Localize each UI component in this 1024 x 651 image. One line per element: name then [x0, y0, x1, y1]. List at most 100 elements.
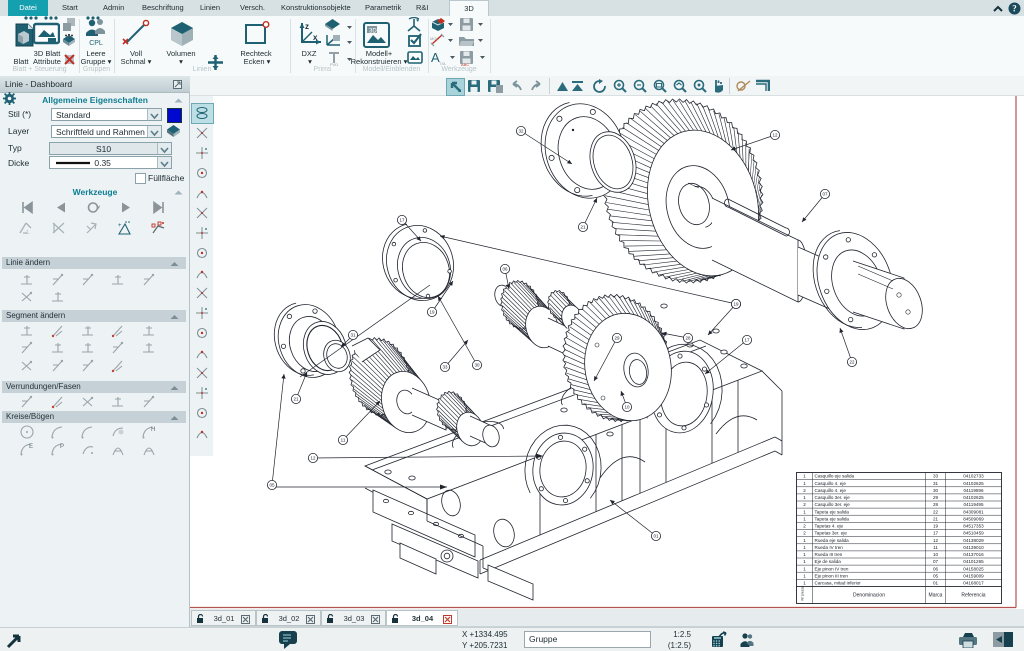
svg-text:12: 12	[933, 538, 939, 543]
svg-text:04159009: 04159009	[963, 573, 984, 578]
svg-text:21: 21	[580, 225, 586, 230]
svg-text:Tapetas 3er. eje: Tapetas 3er. eje	[815, 531, 848, 536]
svg-text:07: 07	[822, 192, 828, 197]
svg-text:PVD: PVD	[330, 62, 338, 66]
svg-text:84517353: 84517353	[963, 524, 984, 529]
svg-text:1: 1	[803, 474, 806, 479]
svg-text:1.: 1.	[26, 230, 30, 236]
svg-text:Rueda eje salida: Rueda eje salida	[815, 538, 850, 543]
svg-text:04138029: 04138029	[963, 538, 984, 543]
svg-text:19: 19	[429, 310, 435, 315]
svg-text:04102625: 04102625	[963, 495, 984, 500]
svg-text:1: 1	[803, 509, 806, 514]
svg-text:1: 1	[803, 559, 806, 564]
svg-text:ABC: ABC	[461, 62, 469, 66]
svg-text:1: 1	[803, 545, 806, 550]
svg-text:Casquillo 4. eje: Casquillo 4. eje	[815, 488, 847, 493]
svg-text:17: 17	[933, 531, 939, 536]
svg-text:01: 01	[933, 581, 939, 586]
svg-text:2: 2	[803, 502, 806, 507]
svg-text:1: 1	[803, 552, 806, 557]
svg-text:2: 2	[803, 488, 806, 493]
svg-text:1: 1	[803, 516, 806, 521]
svg-text:1: 1	[803, 566, 806, 571]
svg-text:1: 1	[803, 481, 806, 486]
svg-text:1: 1	[803, 495, 806, 500]
svg-text:07: 07	[933, 559, 939, 564]
svg-text:TXL: TXL	[439, 61, 446, 66]
svg-text:33: 33	[933, 474, 939, 479]
svg-text:30: 30	[474, 363, 480, 368]
svg-text:Eje pinon IV tren: Eje pinon IV tren	[815, 566, 849, 571]
svg-text:19: 19	[733, 302, 739, 307]
svg-text:04158025: 04158025	[963, 566, 984, 571]
svg-text:17: 17	[399, 218, 405, 223]
svg-text:04168017: 04168017	[963, 581, 984, 586]
svg-text:21: 21	[933, 516, 939, 521]
svg-text:1: 1	[803, 581, 806, 586]
svg-text:12: 12	[772, 133, 778, 138]
svg-text:30: 30	[933, 488, 939, 493]
svg-text:Casquillo 3er. eje: Casquillo 3er. eje	[815, 502, 851, 507]
svg-text:32: 32	[518, 129, 524, 134]
svg-text:Marca: Marca	[929, 593, 943, 599]
svg-text:Tapetas 4. eje: Tapetas 4. eje	[815, 524, 844, 529]
svg-text:Casquillo eje salida: Casquillo eje salida	[815, 474, 855, 479]
svg-text:06: 06	[502, 267, 508, 272]
svg-text:06: 06	[933, 566, 939, 571]
svg-text:1: 1	[803, 538, 806, 543]
svg-text:Carcasa, mitad inferior: Carcasa, mitad inferior	[815, 581, 862, 586]
svg-text:11: 11	[341, 438, 346, 443]
svg-text:04139010: 04139010	[963, 545, 984, 550]
svg-text:04102733: 04102733	[963, 474, 984, 479]
svg-text:CPL: CPL	[89, 40, 103, 46]
svg-text:Eje pinon III tren: Eje pinon III tren	[815, 573, 849, 578]
svg-text:28: 28	[933, 502, 939, 507]
svg-text:04119596: 04119596	[963, 488, 984, 493]
svg-text:Tapeta eje salida: Tapeta eje salida	[815, 516, 850, 521]
svg-text:x: x	[313, 33, 318, 42]
svg-text:2: 2	[803, 531, 806, 536]
svg-text:04137016: 04137016	[963, 552, 984, 557]
svg-text:H: H	[151, 427, 155, 433]
svg-text:12: 12	[310, 456, 316, 461]
svg-text:11: 11	[933, 545, 938, 550]
svg-text:1: 1	[803, 573, 806, 578]
svg-text:22: 22	[849, 360, 855, 365]
svg-text:Tapeta eje salida: Tapeta eje salida	[815, 509, 850, 514]
svg-text:29: 29	[614, 336, 620, 341]
svg-text:33: 33	[442, 365, 448, 370]
svg-text:Rueda III tren: Rueda III tren	[815, 552, 843, 557]
svg-text:84509069: 84509069	[963, 516, 984, 521]
svg-text:05: 05	[933, 573, 939, 578]
svg-text:01: 01	[653, 534, 659, 539]
svg-text:19: 19	[933, 524, 939, 529]
svg-text:84309081: 84309081	[963, 509, 984, 514]
svg-text:Rueda IV tren: Rueda IV tren	[815, 545, 844, 550]
svg-text:2: 2	[803, 524, 806, 529]
svg-text:22: 22	[933, 509, 939, 514]
svg-text:17: 17	[744, 338, 750, 343]
svg-text:31: 31	[350, 333, 356, 338]
svg-text:04119495: 04119495	[963, 502, 984, 507]
svg-text:Casquillo 3er. eje: Casquillo 3er. eje	[815, 495, 851, 500]
svg-text:84510459: 84510459	[963, 531, 984, 536]
svg-text:10: 10	[624, 405, 630, 410]
svg-text:?: ?	[1012, 4, 1017, 14]
svg-text:04101265: 04101265	[963, 559, 984, 564]
svg-text:31: 31	[933, 481, 939, 486]
svg-text:Eje de salida: Eje de salida	[815, 559, 842, 564]
svg-text:10: 10	[933, 552, 939, 557]
svg-text:Nr piezas: Nr piezas	[801, 585, 805, 600]
svg-text:Denominacion: Denominacion	[853, 593, 885, 599]
svg-text:MOL: MOL	[430, 36, 439, 41]
svg-text:P: P	[60, 444, 64, 450]
svg-text:E: E	[29, 444, 33, 450]
svg-text:21: 21	[293, 397, 299, 402]
svg-text:z: z	[305, 22, 309, 31]
svg-text:28: 28	[685, 336, 691, 341]
svg-text:04102625: 04102625	[963, 481, 984, 486]
svg-text:Referencia: Referencia	[961, 593, 985, 599]
svg-text:05: 05	[269, 483, 275, 488]
svg-text:+: +	[118, 223, 122, 229]
